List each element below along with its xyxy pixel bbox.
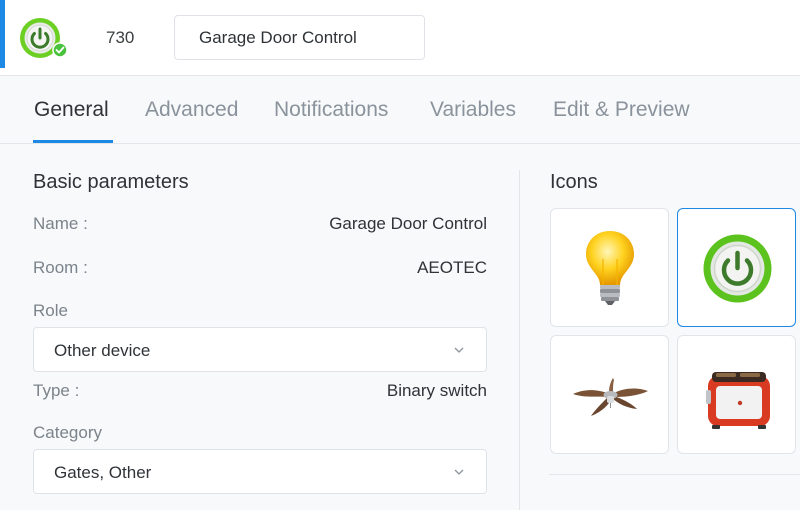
tab-notifications[interactable]: Notifications [274, 98, 388, 122]
icons-title: Icons [550, 171, 598, 193]
room-value: AEOTEC [417, 258, 487, 277]
ceiling-fan-icon [573, 378, 648, 416]
icon-option-ceiling-fan[interactable] [550, 335, 669, 454]
device-id: 730 [106, 28, 135, 47]
role-select[interactable]: Other device [33, 327, 487, 372]
icons-divider [549, 474, 800, 475]
category-select[interactable]: Gates, Other [33, 449, 487, 494]
power-button-icon [703, 234, 772, 303]
role-label: Role [33, 301, 68, 320]
role-select-value: Other device [54, 341, 151, 360]
icon-option-power-button[interactable] [677, 208, 796, 327]
chevron-down-icon [454, 469, 464, 475]
tab-general[interactable]: General [34, 98, 109, 122]
category-label: Category [33, 423, 102, 442]
toaster-icon [706, 372, 770, 429]
device-header: 730 [0, 0, 800, 76]
tab-bar: General Advanced Notifications Variables… [0, 76, 800, 144]
power-button-icon [19, 17, 69, 59]
type-label: Type : [33, 381, 80, 400]
tab-variables[interactable]: Variables [430, 98, 516, 122]
active-tab-indicator [33, 140, 113, 143]
settings-panel: General Advanced Notifications Variables… [0, 76, 800, 510]
tab-edit-preview[interactable]: Edit & Preview [553, 98, 690, 122]
name-value: Garage Door Control [329, 214, 487, 233]
chevron-down-icon [454, 347, 464, 353]
tab-advanced[interactable]: Advanced [145, 98, 238, 122]
accent-bar [0, 0, 5, 68]
name-label: Name : [33, 214, 88, 233]
icon-option-light-bulb[interactable] [550, 208, 669, 327]
icon-option-toaster[interactable] [677, 335, 796, 454]
column-divider [519, 170, 520, 510]
category-select-value: Gates, Other [54, 463, 152, 482]
room-label: Room : [33, 258, 88, 277]
basic-parameters-title: Basic parameters [33, 171, 189, 193]
type-value: Binary switch [386, 381, 487, 400]
device-name-input[interactable] [174, 15, 425, 60]
light-bulb-icon [586, 231, 634, 305]
